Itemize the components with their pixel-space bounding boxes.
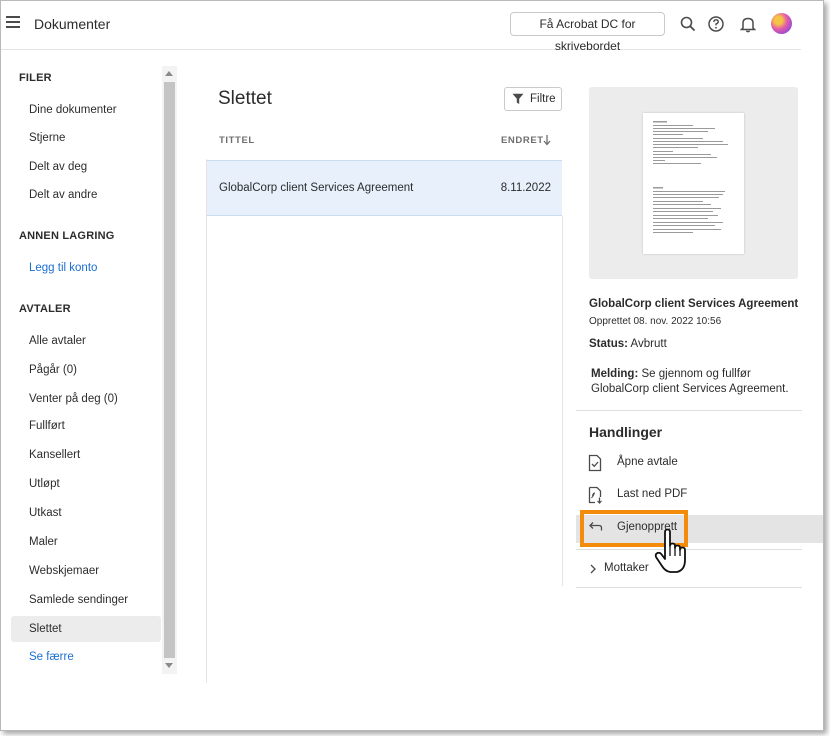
- scroll-down-icon[interactable]: [165, 663, 173, 668]
- sidebar-item-templates[interactable]: Maler: [11, 529, 161, 555]
- sort-down-icon[interactable]: [542, 134, 552, 146]
- column-header-title[interactable]: TITTEL: [219, 135, 255, 146]
- page-title: Slettet: [218, 88, 272, 109]
- menu-icon[interactable]: [6, 16, 20, 30]
- sidebar-item-your-documents[interactable]: Dine dokumenter: [11, 97, 161, 123]
- document-preview: [589, 87, 798, 279]
- sidebar-item-web-forms[interactable]: Webskjemaer: [11, 558, 161, 584]
- app-title: Dokumenter: [34, 16, 111, 32]
- document-thumbnail: [643, 113, 744, 254]
- files-heading: FILER: [19, 72, 52, 84]
- actions-heading: Handlinger: [589, 424, 663, 440]
- row-title: GlobalCorp client Services Agreement: [219, 182, 414, 194]
- table-row[interactable]: GlobalCorp client Services Agreement 8.1…: [207, 160, 562, 216]
- panel-divider: [562, 216, 563, 586]
- detail-message: Melding: Se gjennom og fullfør GlobalCor…: [591, 367, 791, 397]
- sidebar-item-expired[interactable]: Utløpt: [11, 471, 161, 497]
- open-agreement-label: Åpne avtale: [617, 456, 678, 468]
- scroll-up-icon[interactable]: [165, 71, 173, 76]
- sidebar-item-shared-by-others[interactable]: Delt av andre: [11, 182, 161, 208]
- list-divider: [206, 159, 207, 683]
- recipient-divider: [576, 587, 802, 588]
- message-label: Melding:: [591, 368, 639, 380]
- download-pdf-icon: [588, 486, 602, 504]
- filter-icon: [512, 93, 524, 104]
- sidebar-item-drafts[interactable]: Utkast: [11, 500, 161, 526]
- detail-created-date: Opprettet 08. nov. 2022 10:56: [589, 316, 722, 327]
- details-divider: [576, 410, 802, 411]
- top-bar: Dokumenter Få Acrobat DC for skriveborde…: [1, 1, 801, 53]
- search-icon[interactable]: [679, 15, 697, 33]
- avatar[interactable]: [771, 13, 792, 34]
- filter-label: Filtre: [530, 93, 556, 105]
- hand-cursor-icon: [654, 528, 686, 573]
- sidebar-item-cancelled[interactable]: Kansellert: [11, 442, 161, 468]
- column-header-modified[interactable]: ENDRET: [501, 135, 544, 146]
- sidebar-item-completed[interactable]: Fullført: [11, 413, 161, 439]
- sidebar: FILER Dine dokumenter Stjerne Delt av de…: [1, 66, 177, 674]
- filter-button[interactable]: Filtre: [504, 87, 562, 111]
- sidebar-item-waiting-for-you[interactable]: Venter på deg (0): [11, 386, 161, 412]
- sidebar-scrollbar[interactable]: [162, 66, 177, 674]
- open-agreement-icon: [588, 454, 602, 472]
- sidebar-item-shared-by-you[interactable]: Delt av deg: [11, 154, 161, 180]
- recipient-toggle[interactable]: Mottaker: [604, 562, 649, 574]
- app-window: Dokumenter Få Acrobat DC for skriveborde…: [0, 0, 824, 731]
- storage-heading: ANNEN LAGRING: [19, 230, 115, 242]
- bell-icon[interactable]: [739, 15, 757, 33]
- sidebar-item-bulk-sends[interactable]: Samlede sendinger: [11, 587, 161, 613]
- sidebar-item-all-agreements[interactable]: Alle avtaler: [11, 328, 161, 354]
- download-pdf-label: Last ned PDF: [617, 488, 688, 500]
- agreements-heading: AVTALER: [19, 303, 71, 315]
- sidebar-item-starred[interactable]: Stjerne: [11, 125, 161, 151]
- sidebar-item-deleted[interactable]: Slettet: [11, 616, 161, 642]
- detail-doc-title: GlobalCorp client Services Agreement: [589, 298, 799, 310]
- chevron-right-icon[interactable]: [589, 564, 597, 574]
- status-label: Status:: [589, 338, 628, 350]
- scroll-thumb[interactable]: [164, 82, 175, 658]
- show-less-link[interactable]: Se færre: [11, 644, 161, 670]
- help-icon[interactable]: [707, 15, 725, 33]
- row-date: 8.11.2022: [500, 182, 551, 194]
- add-account-link[interactable]: Legg til konto: [11, 255, 161, 281]
- sidebar-item-in-progress[interactable]: Pågår (0): [11, 357, 161, 383]
- get-acrobat-button[interactable]: Få Acrobat DC for skrivebordet: [510, 12, 665, 53]
- detail-status: Status: Avbrutt: [589, 338, 667, 350]
- status-value: Avbrutt: [630, 338, 667, 350]
